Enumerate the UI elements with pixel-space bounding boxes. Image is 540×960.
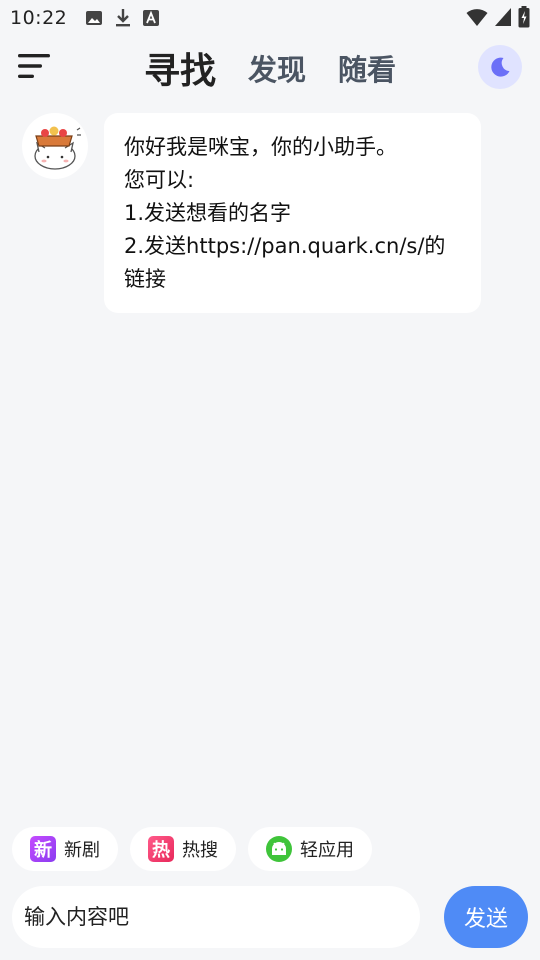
quick-light-app-button[interactable]: 轻应用: [248, 827, 372, 871]
quick-actions: 新 新剧 热 热搜 轻应用: [12, 827, 372, 871]
android-icon: [266, 836, 292, 862]
bot-message-bubble: 你好我是咪宝，你的小助手。 您可以: 1.发送想看的名字 2.发送https:/…: [104, 113, 481, 313]
chip-label: 热搜: [182, 840, 218, 861]
chip-label: 新剧: [64, 840, 100, 861]
message-line: 2.发送https://pan.quark.cn/s/的链接: [124, 234, 446, 291]
message-line: 您可以:: [124, 168, 195, 192]
new-icon: 新: [30, 836, 56, 862]
message-input[interactable]: [12, 886, 420, 948]
battery-icon: [518, 6, 530, 28]
chip-label: 轻应用: [300, 840, 354, 861]
tab-search[interactable]: 寻找: [144, 42, 216, 94]
tab-discover[interactable]: 发现: [248, 47, 306, 89]
image-icon: [86, 11, 103, 25]
text-a-icon: [143, 10, 160, 26]
top-tabs: 寻找 发现 随看: [0, 42, 540, 94]
quick-new-drama-button[interactable]: 新 新剧: [12, 827, 118, 871]
message-line: 1.发送想看的名字: [124, 201, 292, 225]
status-notification-icons: [85, 8, 160, 28]
theme-toggle-button[interactable]: [478, 45, 522, 89]
status-time: 10:22: [10, 7, 68, 29]
app-header: 寻找 发现 随看: [0, 36, 540, 100]
signal-icon: [495, 8, 511, 26]
wifi-icon: [466, 9, 488, 26]
cat-avatar-icon: [34, 126, 81, 170]
message-line: 你好我是咪宝，你的小助手。: [124, 135, 397, 159]
moon-icon: [491, 57, 510, 77]
tab-browse[interactable]: 随看: [338, 47, 396, 89]
hot-icon: 热: [148, 836, 174, 862]
download-icon: [116, 9, 131, 27]
status-system-icons: [466, 6, 530, 28]
status-bar: 10:22: [0, 0, 540, 36]
bot-avatar: [22, 113, 88, 179]
quick-hot-search-button[interactable]: 热 热搜: [130, 827, 236, 871]
send-button[interactable]: 发送: [444, 886, 528, 948]
